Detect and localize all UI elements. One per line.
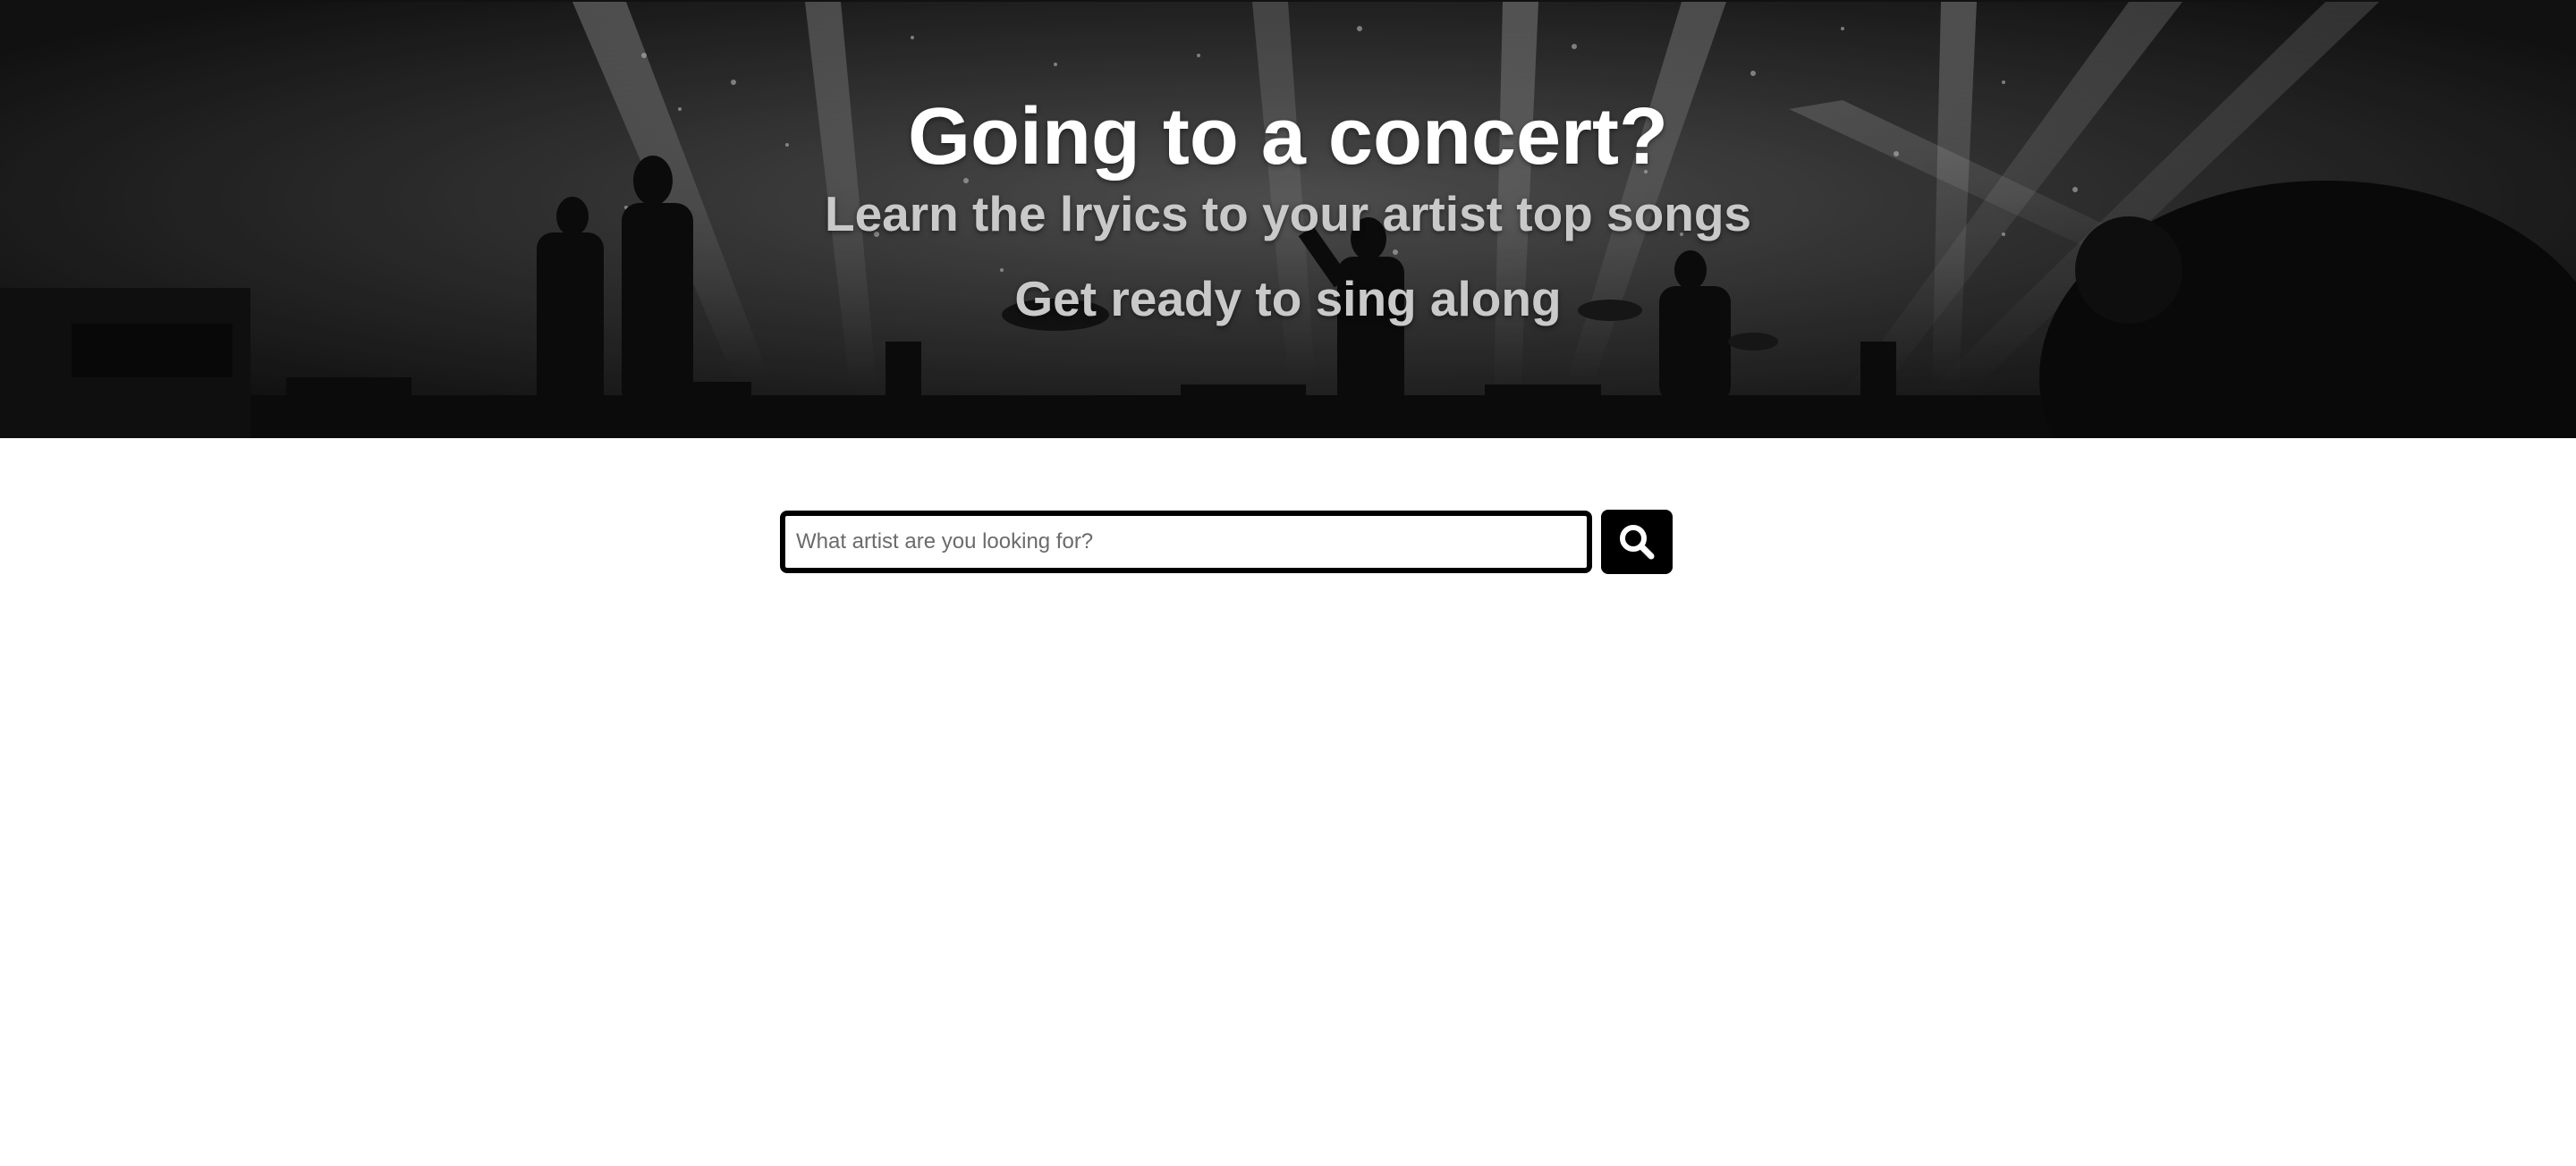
artist-search-form — [780, 510, 1674, 574]
hero-banner: Going to a concert? Learn the lryics to … — [0, 0, 2576, 438]
artist-search-input[interactable] — [780, 511, 1592, 573]
hero-title: Going to a concert? — [907, 92, 1669, 182]
search-icon — [1620, 525, 1655, 560]
hero-subtitle: Learn the lryics to your artist top song… — [824, 186, 1752, 241]
hero-tagline: Get ready to sing along — [1014, 271, 1562, 326]
search-button[interactable] — [1601, 510, 1673, 574]
